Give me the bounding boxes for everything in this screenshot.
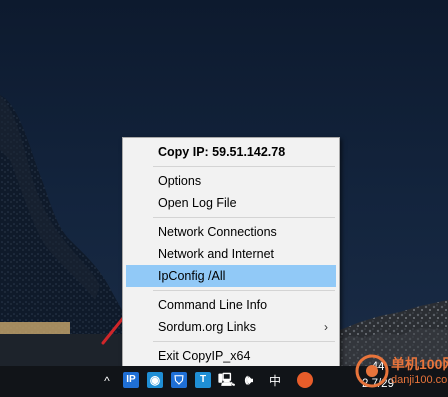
menu-separator <box>153 166 335 167</box>
menu-item-open-log-file[interactable]: Open Log File <box>126 192 336 214</box>
watermark-logo-icon <box>355 354 389 388</box>
watermark-text: 单机100网 <box>391 356 448 372</box>
menu-item-network-connections[interactable]: Network Connections <box>126 221 336 243</box>
menu-item-copy-ip[interactable]: Copy IP: 59.51.142.78 <box>126 141 336 163</box>
watermark-url: danji100.com <box>391 374 448 386</box>
menu-item-network-and-internet[interactable]: Network and Internet <box>126 243 336 265</box>
t-app-icon[interactable]: T <box>195 372 211 388</box>
copyip-icon[interactable]: IP <box>123 372 139 388</box>
input-method-indicator[interactable]: 中 <box>266 373 284 389</box>
menu-item-options[interactable]: Options <box>126 170 336 192</box>
eye-icon[interactable]: ◉ <box>147 372 163 388</box>
menu-separator <box>153 217 335 218</box>
menu-item-sordum-links-label: Sordum.org Links <box>158 320 256 334</box>
menu-item-exit[interactable]: Exit CopyIP_x64 <box>126 345 336 367</box>
menu-item-sordum-links[interactable]: Sordum.org Links › <box>126 316 336 338</box>
network-icon[interactable]: 🖳 <box>218 372 235 388</box>
watermark: 单机100网 danji100.com <box>355 352 448 397</box>
context-menu: Copy IP: 59.51.142.78 Options Open Log F… <box>122 137 340 371</box>
menu-separator <box>153 290 335 291</box>
notification-app-icon[interactable] <box>297 372 313 388</box>
volume-icon[interactable]: 🕪 <box>241 372 257 388</box>
shield-icon[interactable]: ⛉ <box>171 372 187 388</box>
menu-separator <box>153 341 335 342</box>
chevron-right-icon: › <box>324 320 328 334</box>
show-hidden-icons-chevron-icon[interactable]: ^ <box>100 373 114 389</box>
menu-item-ipconfig-all[interactable]: IpConfig /All <box>126 265 336 287</box>
menu-item-command-line-info[interactable]: Command Line Info <box>126 294 336 316</box>
